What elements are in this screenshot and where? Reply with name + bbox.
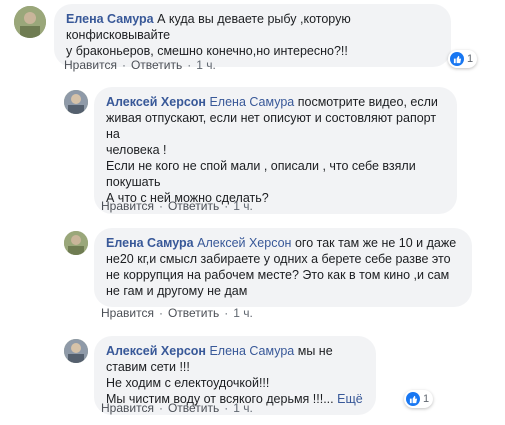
reply-link[interactable]: Ответить (168, 306, 219, 320)
comment-author[interactable]: Елена Самура (66, 12, 154, 26)
comment-author[interactable]: Алексей Херсон (106, 344, 206, 358)
comment-actions: Нравится · Ответить · 1 ч. (101, 199, 253, 213)
avatar[interactable] (64, 231, 88, 255)
comment-actions: Нравится · Ответить · 1 ч. (101, 306, 253, 320)
comment-text: посмотрите видео, если живая отпускают, … (106, 95, 438, 205)
like-link[interactable]: Нравится (64, 58, 117, 72)
avatar[interactable] (14, 6, 46, 38)
comment-bubble: Елена Самура Алексей Херсон ого так там … (94, 228, 472, 307)
comment-actions: Нравится · Ответить · 1 ч. (101, 401, 253, 415)
avatar-photo-icon (14, 6, 46, 38)
comment-mention[interactable]: Елена Самура (209, 95, 294, 109)
comment-actions: Нравится · Ответить · 1 ч. (64, 58, 216, 72)
like-icon (450, 52, 464, 66)
like-link[interactable]: Нравится (101, 306, 154, 320)
reaction-badge[interactable]: 1 (404, 390, 434, 408)
reaction-count: 1 (423, 393, 430, 405)
reply-link[interactable]: Ответить (131, 58, 182, 72)
comment-bubble: Алексей Херсон Елена Самура посмотрите в… (94, 87, 457, 214)
reply-link[interactable]: Ответить (168, 401, 219, 415)
comment-mention[interactable]: Елена Самура (209, 344, 294, 358)
comment-time[interactable]: 1 ч. (196, 58, 216, 72)
reaction-badge[interactable]: 1 (448, 50, 478, 68)
avatar-photo-icon (64, 339, 88, 363)
reply-link[interactable]: Ответить (168, 199, 219, 213)
like-link[interactable]: Нравится (101, 401, 154, 415)
comment-author[interactable]: Алексей Херсон (106, 95, 206, 109)
see-more-link[interactable]: Ещё (337, 392, 363, 406)
comment-mention[interactable]: Алексей Херсон (197, 236, 291, 250)
like-link[interactable]: Нравится (101, 199, 154, 213)
comment-time[interactable]: 1 ч. (233, 199, 253, 213)
reaction-count: 1 (467, 53, 474, 65)
comment-time[interactable]: 1 ч. (233, 306, 253, 320)
comment-author[interactable]: Елена Самура (106, 236, 194, 250)
avatar[interactable] (64, 339, 88, 363)
like-icon (406, 392, 420, 406)
avatar-photo-icon (64, 90, 88, 114)
avatar-photo-icon (64, 231, 88, 255)
avatar[interactable] (64, 90, 88, 114)
comment-time[interactable]: 1 ч. (233, 401, 253, 415)
